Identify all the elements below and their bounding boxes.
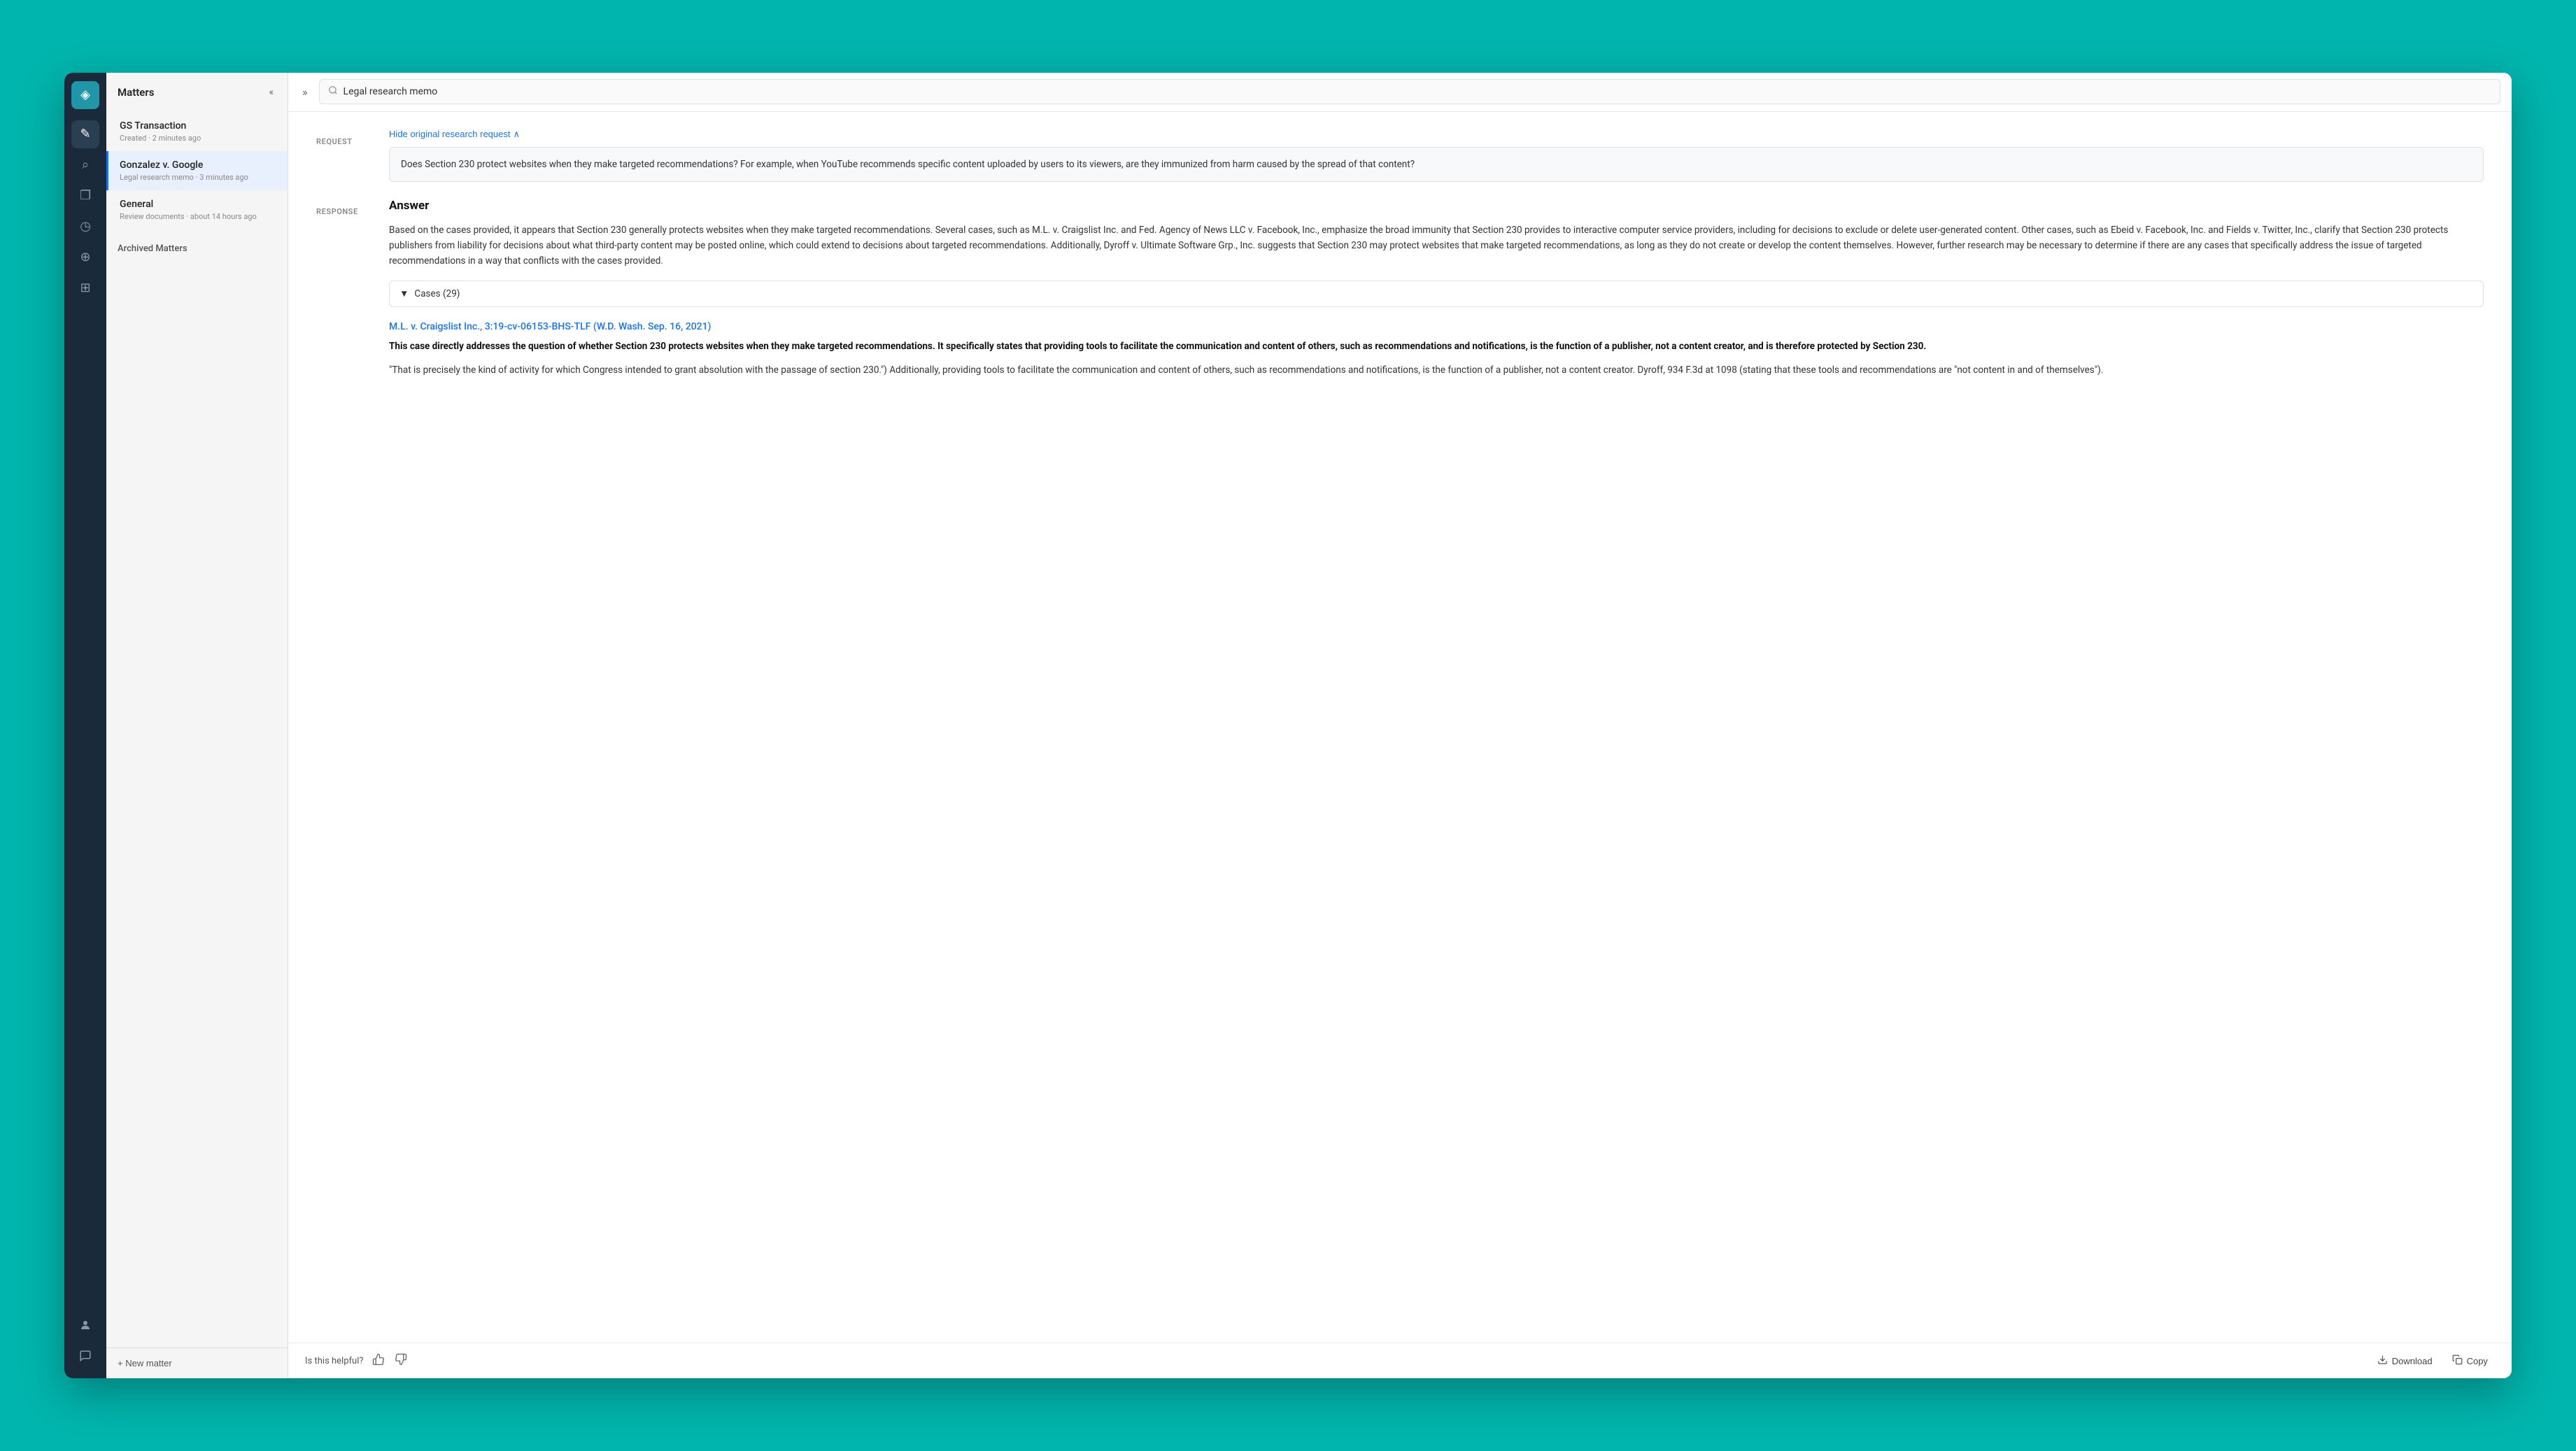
action-buttons: Download Copy: [2370, 1350, 2495, 1371]
matters-title: Matters: [118, 86, 154, 99]
response-body: Based on the cases provided, it appears …: [389, 222, 2484, 269]
top-bar: » Legal research memo: [288, 73, 2512, 112]
request-section: REQUEST Hide original research request ∧…: [316, 129, 2484, 182]
matter-meta: Legal research memo · 3 minutes ago: [120, 173, 276, 182]
matter-meta: Review documents · about 14 hours ago: [120, 212, 276, 221]
response-content: Answer Based on the cases provided, it a…: [389, 199, 2484, 378]
app-logo[interactable]: ◈: [71, 81, 99, 109]
search-icon: [328, 85, 338, 98]
helpful-label: Is this helpful?: [305, 1356, 363, 1366]
app-container: ◈ ✎ ⌕ ❐ ◷ ⊕ ⊞ Matters « GS Transaction C…: [64, 73, 2512, 1379]
search-text: Legal research memo: [344, 86, 438, 97]
request-content: Hide original research request ∧ Does Se…: [389, 129, 2484, 182]
matter-meta: Created · 2 minutes ago: [120, 134, 276, 143]
documents-nav-icon[interactable]: ❐: [71, 182, 99, 210]
main-area: » Legal research memo REQUEST Hide origi…: [288, 73, 2512, 1379]
history-nav-icon[interactable]: ◷: [71, 213, 99, 241]
copy-label: Copy: [2467, 1356, 2488, 1366]
icon-sidebar: ◈ ✎ ⌕ ❐ ◷ ⊕ ⊞: [64, 73, 106, 1379]
download-label: Download: [2392, 1356, 2433, 1366]
matter-item-general[interactable]: General Review documents · about 14 hour…: [106, 190, 288, 229]
case-item: M.L. v. Craigslist Inc., 3:19-cv-06153-B…: [389, 321, 2484, 378]
hide-request-button[interactable]: Hide original research request ∧: [389, 129, 520, 140]
matter-item-gs-transaction[interactable]: GS Transaction Created · 2 minutes ago: [106, 112, 288, 151]
helpful-row: Is this helpful?: [305, 1352, 408, 1371]
matters-panel: Matters « GS Transaction Created · 2 min…: [106, 73, 288, 1379]
new-matter-button[interactable]: + New matter: [118, 1358, 172, 1368]
matter-name: Gonzalez v. Google: [120, 160, 276, 171]
search-bar[interactable]: Legal research memo: [319, 79, 2500, 104]
bottom-bar: Is this helpful? Download: [288, 1343, 2512, 1378]
content-area: REQUEST Hide original research request ∧…: [288, 112, 2512, 1343]
logo-icon: ◈: [80, 87, 90, 102]
case-summary: This case directly addresses the questio…: [389, 339, 2484, 355]
matters-header: Matters «: [106, 73, 288, 112]
request-box: Does Section 230 protect websites when t…: [389, 147, 2484, 182]
copy-icon: [2452, 1354, 2463, 1367]
response-label: RESPONSE: [316, 199, 372, 378]
case-quote: "That is precisely the kind of activity …: [389, 362, 2484, 378]
matters-nav-icon[interactable]: ✎: [71, 120, 99, 148]
search-nav-icon[interactable]: ⌕: [71, 151, 99, 179]
matter-name: General: [120, 199, 276, 210]
files-nav-icon[interactable]: ⊞: [71, 274, 99, 302]
matter-name: GS Transaction: [120, 120, 276, 132]
cases-accordion[interactable]: ▼ Cases (29): [389, 281, 2484, 307]
chat-nav-icon[interactable]: [71, 1342, 99, 1370]
answer-heading: Answer: [389, 199, 2484, 213]
download-icon: [2377, 1354, 2388, 1367]
request-label: REQUEST: [316, 129, 372, 182]
research-nav-icon[interactable]: ⊕: [71, 243, 99, 271]
matter-item-gonzalez[interactable]: Gonzalez v. Google Legal research memo ·…: [106, 151, 288, 190]
archived-section[interactable]: Archived Matters: [106, 235, 288, 262]
request-text: Does Section 230 protect websites when t…: [401, 159, 1415, 170]
expand-button[interactable]: »: [299, 83, 311, 101]
profile-nav-icon[interactable]: [71, 1311, 99, 1339]
response-section: RESPONSE Answer Based on the cases provi…: [316, 199, 2484, 378]
thumbs-up-button[interactable]: [371, 1352, 386, 1371]
accordion-icon: ▼: [399, 288, 409, 299]
collapse-button[interactable]: «: [266, 84, 276, 101]
download-button[interactable]: Download: [2370, 1350, 2440, 1371]
copy-button[interactable]: Copy: [2445, 1350, 2495, 1371]
chevron-up-icon: ∧: [513, 129, 520, 140]
case-link[interactable]: M.L. v. Craigslist Inc., 3:19-cv-06153-B…: [389, 321, 2484, 332]
thumbs-down-button[interactable]: [393, 1352, 409, 1371]
matters-footer: + New matter: [106, 1347, 288, 1378]
cases-label: Cases (29): [414, 288, 460, 299]
